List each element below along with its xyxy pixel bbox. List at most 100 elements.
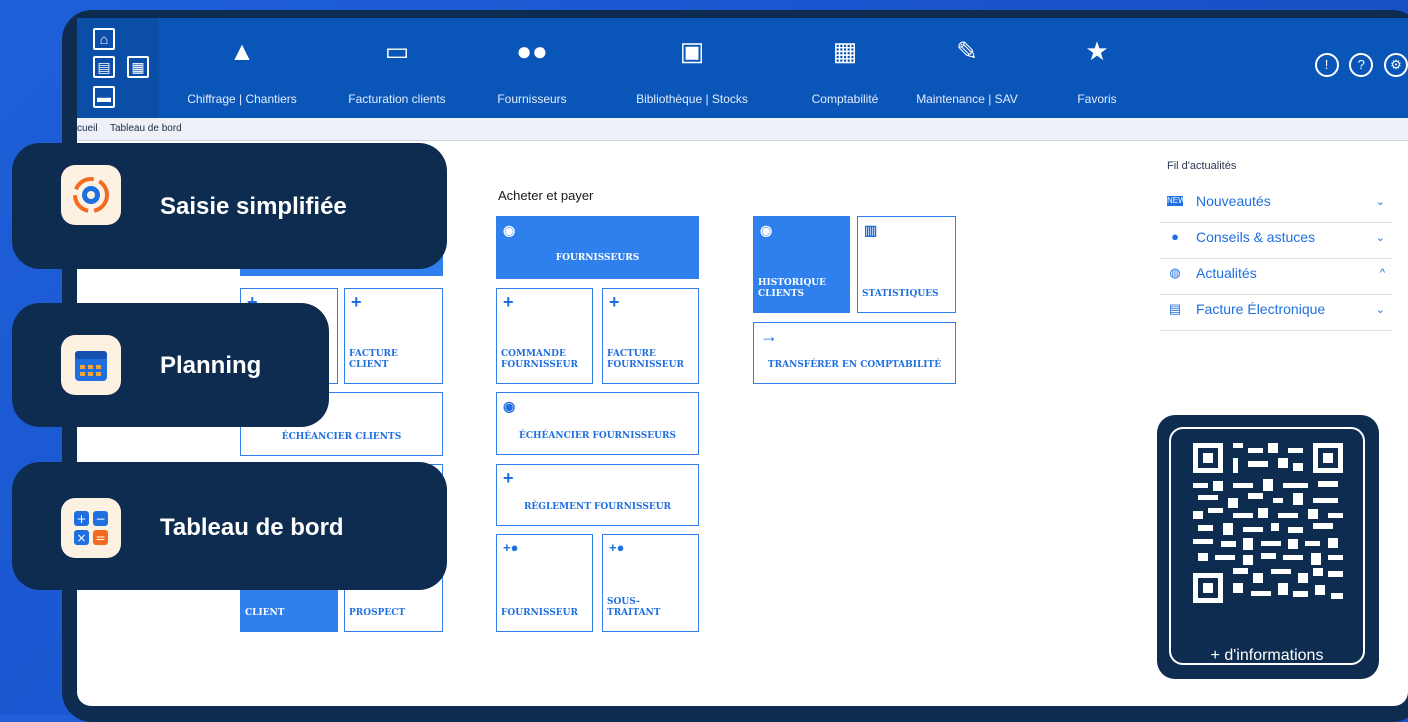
news-item-label: Actualités — [1196, 265, 1257, 281]
news-item-label: Nouveautés — [1196, 193, 1271, 209]
news-title: Fil d'actualités — [1167, 160, 1237, 172]
tile-label: FACTURE FOURNISSEUR — [607, 349, 684, 370]
tile-label: CLIENT — [245, 608, 285, 618]
feature-tableau-de-bord: + − × = Tableau de bord — [12, 462, 447, 590]
feature-planning: Planning — [12, 303, 329, 427]
home-icon[interactable]: ⌂ — [93, 28, 115, 50]
feature-label: Tableau de bord — [160, 514, 344, 541]
tile-fournisseurs[interactable]: ◉ FOURNISSEURS — [496, 216, 699, 279]
qr-card[interactable]: + d'informations — [1157, 415, 1379, 679]
chevron-down-icon: ⌄ — [1375, 304, 1385, 316]
add-user-icon: +● — [503, 540, 519, 555]
news-item-label: Facture Électronique — [1196, 301, 1326, 317]
tile-label: HISTORIQUE CLIENTS — [758, 278, 826, 299]
quick-access-panel: ⌂ ▤ ▦ ▬ — [77, 18, 159, 118]
document-icon: ▤ — [1168, 301, 1182, 316]
qr-info-label: + d'informations — [1210, 647, 1324, 664]
svg-text:+: + — [76, 512, 86, 526]
nav-label: Bibliothèque | Stocks — [636, 92, 748, 106]
nav-label: Fournisseurs — [497, 92, 567, 106]
tile-new-fournisseur[interactable]: +● FOURNISSEUR — [496, 534, 593, 632]
chevron-down-icon: ⌄ — [1375, 232, 1385, 244]
news-item-actualites[interactable]: ◍ Actualités ^ — [1160, 258, 1392, 295]
arrow-right-icon: → — [760, 326, 778, 346]
tile-statistiques[interactable]: ▥ STATISTIQUES — [857, 216, 956, 313]
nav-fournisseurs[interactable]: ●● Fournisseurs — [472, 18, 592, 118]
tile-reglement-fournisseur[interactable]: + RÈGLEMENT FOURNISSEUR — [496, 464, 699, 526]
tile-commande-fournisseur[interactable]: + COMMANDE FOURNISSEUR — [496, 288, 593, 384]
tile-label: FOURNISSEUR — [501, 608, 578, 618]
nav-label: Facturation clients — [348, 92, 446, 106]
chart-icon: ▥ — [864, 222, 878, 238]
calculator-icon: ▦ — [832, 36, 858, 66]
chevron-down-icon: ⌄ — [1375, 196, 1385, 208]
news-item-facture-electronique[interactable]: ▤ Facture Électronique ⌄ — [1160, 294, 1392, 331]
tile-label: STATISTIQUES — [862, 289, 939, 299]
nav-label: Chiffrage | Chantiers — [187, 92, 297, 106]
breadcrumb-home[interactable]: cueil — [77, 123, 98, 134]
star-icon: ★ — [1085, 36, 1109, 66]
eye-icon: ◉ — [760, 222, 773, 238]
feature-saisie-simplifiee: Saisie simplifiée — [12, 143, 447, 269]
notification-icon[interactable]: ! — [1314, 53, 1339, 77]
tile-label: COMMANDE FOURNISSEUR — [501, 349, 578, 370]
tile-label: SOUS-TRAITANT — [607, 597, 661, 618]
tile-facture-fournisseur[interactable]: + FACTURE FOURNISSEUR — [602, 288, 699, 384]
wrench-icon: ✎ — [956, 36, 978, 66]
help-icon[interactable]: ? — [1349, 53, 1374, 77]
plus-icon: + — [351, 292, 362, 312]
svg-text:=: = — [95, 531, 105, 545]
calendar-icon[interactable]: ▦ — [127, 56, 149, 78]
breadcrumb-current: Tableau de bord — [110, 123, 182, 134]
news-item-label: Conseils & astuces — [1196, 229, 1316, 245]
tile-echeancier-fournisseurs[interactable]: ◉ ÉCHÉANCIER FOURNISSEURS — [496, 392, 699, 455]
nav-facturation-clients[interactable]: ▭ Facturation clients — [332, 18, 462, 118]
news-item-conseils[interactable]: ● Conseils & astuces ⌄ — [1160, 222, 1392, 259]
eye-icon: ◉ — [503, 222, 516, 238]
nav-label: Favoris — [1077, 92, 1117, 106]
tile-label: PROSPECT — [349, 608, 406, 618]
tile-label: ÉCHÉANCIER CLIENTS — [281, 432, 402, 442]
print-icon[interactable]: ▬ — [93, 86, 115, 108]
tile-label: RÈGLEMENT FOURNISSEUR — [523, 502, 672, 512]
new-badge-icon: NEW — [1167, 196, 1186, 206]
calculator-icon: + − × = — [61, 498, 121, 558]
news-item-nouveautes[interactable]: NEW Nouveautés ⌄ — [1160, 186, 1392, 223]
cone-icon: ▲ — [229, 36, 255, 66]
settings-icon[interactable]: ⚙ — [1384, 53, 1408, 77]
users-icon: ●● — [516, 36, 548, 66]
top-navbar: ⌂ ▤ ▦ ▬ ▲ Chiffrage | Chantiers ▭ Factur… — [77, 18, 1408, 118]
tile-label: TRANSFÉRER EN COMPTABILITÉ — [767, 360, 942, 370]
nav-chiffrage[interactable]: ▲ Chiffrage | Chantiers — [177, 18, 307, 118]
plus-icon: + — [609, 292, 620, 312]
plus-icon: + — [503, 292, 514, 312]
tile-historique-clients[interactable]: ◉ HISTORIQUE CLIENTS — [753, 216, 850, 313]
section-title-acheter: Acheter et payer — [498, 188, 594, 203]
qr-frame: + d'informations — [1169, 427, 1365, 665]
qr-code — [1193, 443, 1343, 603]
contacts-icon[interactable]: ▤ — [93, 56, 115, 78]
svg-text:×: × — [76, 531, 86, 545]
nav-comptabilite[interactable]: ▦ Comptabilité — [785, 18, 905, 118]
feature-label: Saisie simplifiée — [160, 193, 347, 220]
nav-maintenance[interactable]: ✎ Maintenance | SAV — [902, 18, 1032, 118]
plus-icon: + — [503, 468, 514, 488]
tile-sous-traitant[interactable]: +● SOUS-TRAITANT — [602, 534, 699, 632]
box-icon: ▣ — [679, 36, 705, 66]
nav-label: Comptabilité — [811, 92, 879, 106]
calendar-icon — [61, 335, 121, 395]
tile-label: FOURNISSEURS — [555, 253, 640, 263]
card-icon: ▭ — [384, 36, 410, 66]
nav-bibliotheque[interactable]: ▣ Bibliothèque | Stocks — [622, 18, 762, 118]
nav-favoris[interactable]: ★ Favoris — [1062, 18, 1132, 118]
globe-icon: ◍ — [1169, 265, 1181, 280]
nav-right-icons: ! ? ⚙ — [1309, 53, 1408, 77]
nav-label: Maintenance | SAV — [916, 92, 1018, 106]
breadcrumb: cueil Tableau de bord — [77, 118, 1408, 141]
tile-transferer-comptabilite[interactable]: → TRANSFÉRER EN COMPTABILITÉ — [753, 322, 956, 384]
lightbulb-icon: ● — [1171, 229, 1179, 244]
feature-label: Planning — [160, 352, 262, 379]
eye-icon: ◉ — [503, 398, 516, 414]
tile-facture-client[interactable]: + FACTURE CLIENT — [344, 288, 443, 384]
add-user-icon: +● — [609, 540, 625, 555]
